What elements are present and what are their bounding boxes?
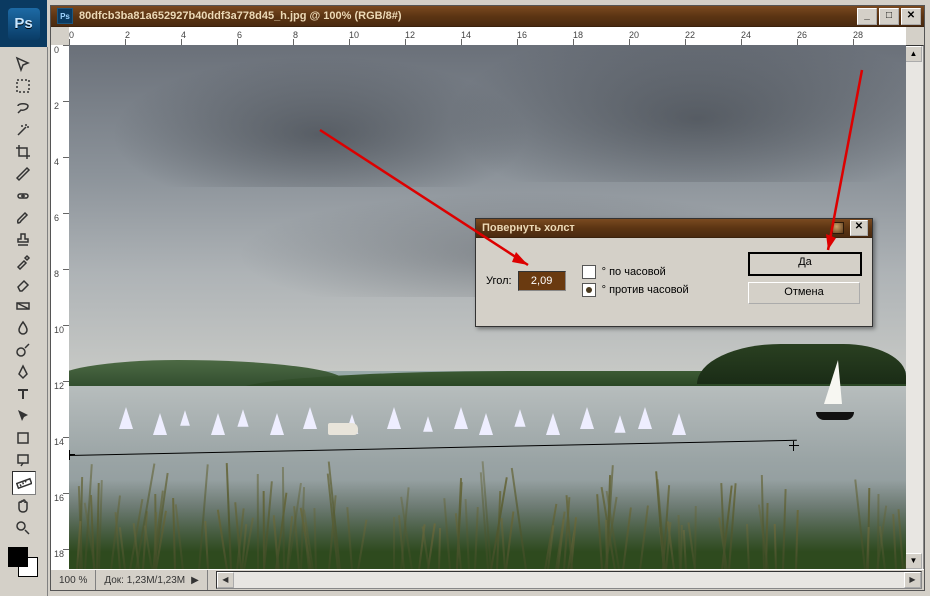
radio-clockwise-label: ° по часовой bbox=[602, 266, 666, 278]
tool-shape[interactable] bbox=[12, 427, 34, 449]
horizontal-ruler[interactable]: 0246810121416182022242628 bbox=[69, 27, 906, 46]
tool-stamp[interactable] bbox=[12, 229, 34, 251]
rotate-canvas-dialog[interactable]: Повернуть холст ✕ Угол: ° по часовой bbox=[475, 218, 873, 327]
radio-clockwise[interactable]: ° по часовой bbox=[582, 265, 689, 279]
radio-counterclockwise-indicator bbox=[582, 283, 596, 297]
scroll-up-button[interactable]: ▲ bbox=[905, 46, 922, 62]
tool-brush[interactable] bbox=[12, 207, 34, 229]
tool-zoom[interactable] bbox=[12, 517, 34, 539]
tool-slice[interactable] bbox=[12, 163, 34, 185]
document-icon: Ps bbox=[57, 8, 73, 24]
angle-input[interactable] bbox=[518, 271, 566, 291]
tool-history-brush[interactable] bbox=[12, 251, 34, 273]
ok-button[interactable]: Да bbox=[748, 252, 862, 276]
scroll-left-button[interactable]: ◀ bbox=[217, 572, 234, 588]
tool-blur[interactable] bbox=[12, 317, 34, 339]
tool-crop[interactable] bbox=[12, 141, 34, 163]
doc-info-value: 1,23M/1,23M bbox=[127, 575, 185, 586]
document-title: 80dfcb3ba81a652927b40ddf3a778d45_h.jpg @… bbox=[79, 10, 402, 22]
tools-panel bbox=[0, 47, 48, 596]
tool-wand[interactable] bbox=[12, 119, 34, 141]
doc-info[interactable]: Док: 1,23M/1,23M ▶ bbox=[96, 570, 207, 590]
foreground-swatch[interactable] bbox=[8, 547, 28, 567]
status-bar: 100 % Док: 1,23M/1,23M ▶ ◀ ▶ bbox=[51, 569, 924, 590]
dialog-collapse-button[interactable] bbox=[832, 222, 844, 234]
tool-heal[interactable] bbox=[12, 185, 34, 207]
tool-gradient[interactable] bbox=[12, 295, 34, 317]
document-titlebar[interactable]: Ps 80dfcb3ba81a652927b40ddf3a778d45_h.jp… bbox=[51, 6, 924, 27]
radio-counterclockwise-label: ° против часовой bbox=[602, 284, 689, 296]
vertical-ruler[interactable]: 024681012141618 bbox=[51, 45, 70, 570]
measure-handle-end[interactable] bbox=[789, 441, 799, 451]
close-button[interactable]: ✕ bbox=[901, 8, 921, 25]
vertical-scrollbar[interactable]: ▲ ▼ bbox=[904, 45, 924, 570]
radio-clockwise-indicator bbox=[582, 265, 596, 279]
dialog-close-button[interactable]: ✕ bbox=[850, 220, 868, 236]
zoom-level[interactable]: 100 % bbox=[51, 570, 96, 590]
scroll-down-button[interactable]: ▼ bbox=[905, 553, 922, 569]
measure-handle-start[interactable] bbox=[69, 450, 75, 460]
tool-hand[interactable] bbox=[12, 495, 34, 517]
tool-dodge[interactable] bbox=[12, 339, 34, 361]
scroll-right-button[interactable]: ▶ bbox=[904, 572, 921, 588]
tool-move[interactable] bbox=[12, 53, 34, 75]
ps-logo-text: Ps bbox=[8, 8, 40, 40]
angle-label: Угол: bbox=[486, 275, 512, 287]
horizontal-scrollbar[interactable]: ◀ ▶ bbox=[216, 571, 922, 589]
tool-type[interactable] bbox=[12, 383, 34, 405]
tool-rect-marquee[interactable] bbox=[12, 75, 34, 97]
cancel-button[interactable]: Отмена bbox=[748, 282, 860, 304]
dialog-title: Повернуть холст bbox=[482, 222, 575, 234]
tool-measure[interactable] bbox=[12, 471, 36, 495]
tool-lasso[interactable] bbox=[12, 97, 34, 119]
dialog-titlebar[interactable]: Повернуть холст ✕ bbox=[476, 219, 872, 238]
minimize-button[interactable]: _ bbox=[857, 8, 877, 25]
doc-info-chevron-icon[interactable]: ▶ bbox=[191, 575, 199, 586]
tool-path-select[interactable] bbox=[12, 405, 34, 427]
tool-pen[interactable] bbox=[12, 361, 34, 383]
tool-eraser[interactable] bbox=[12, 273, 34, 295]
tool-notes[interactable] bbox=[12, 449, 34, 471]
radio-counterclockwise[interactable]: ° против часовой bbox=[582, 283, 689, 297]
color-swatches[interactable] bbox=[8, 547, 38, 577]
maximize-button[interactable]: □ bbox=[879, 8, 899, 25]
doc-info-label: Док: bbox=[104, 575, 124, 586]
ps-app-icon: Ps bbox=[0, 0, 47, 47]
